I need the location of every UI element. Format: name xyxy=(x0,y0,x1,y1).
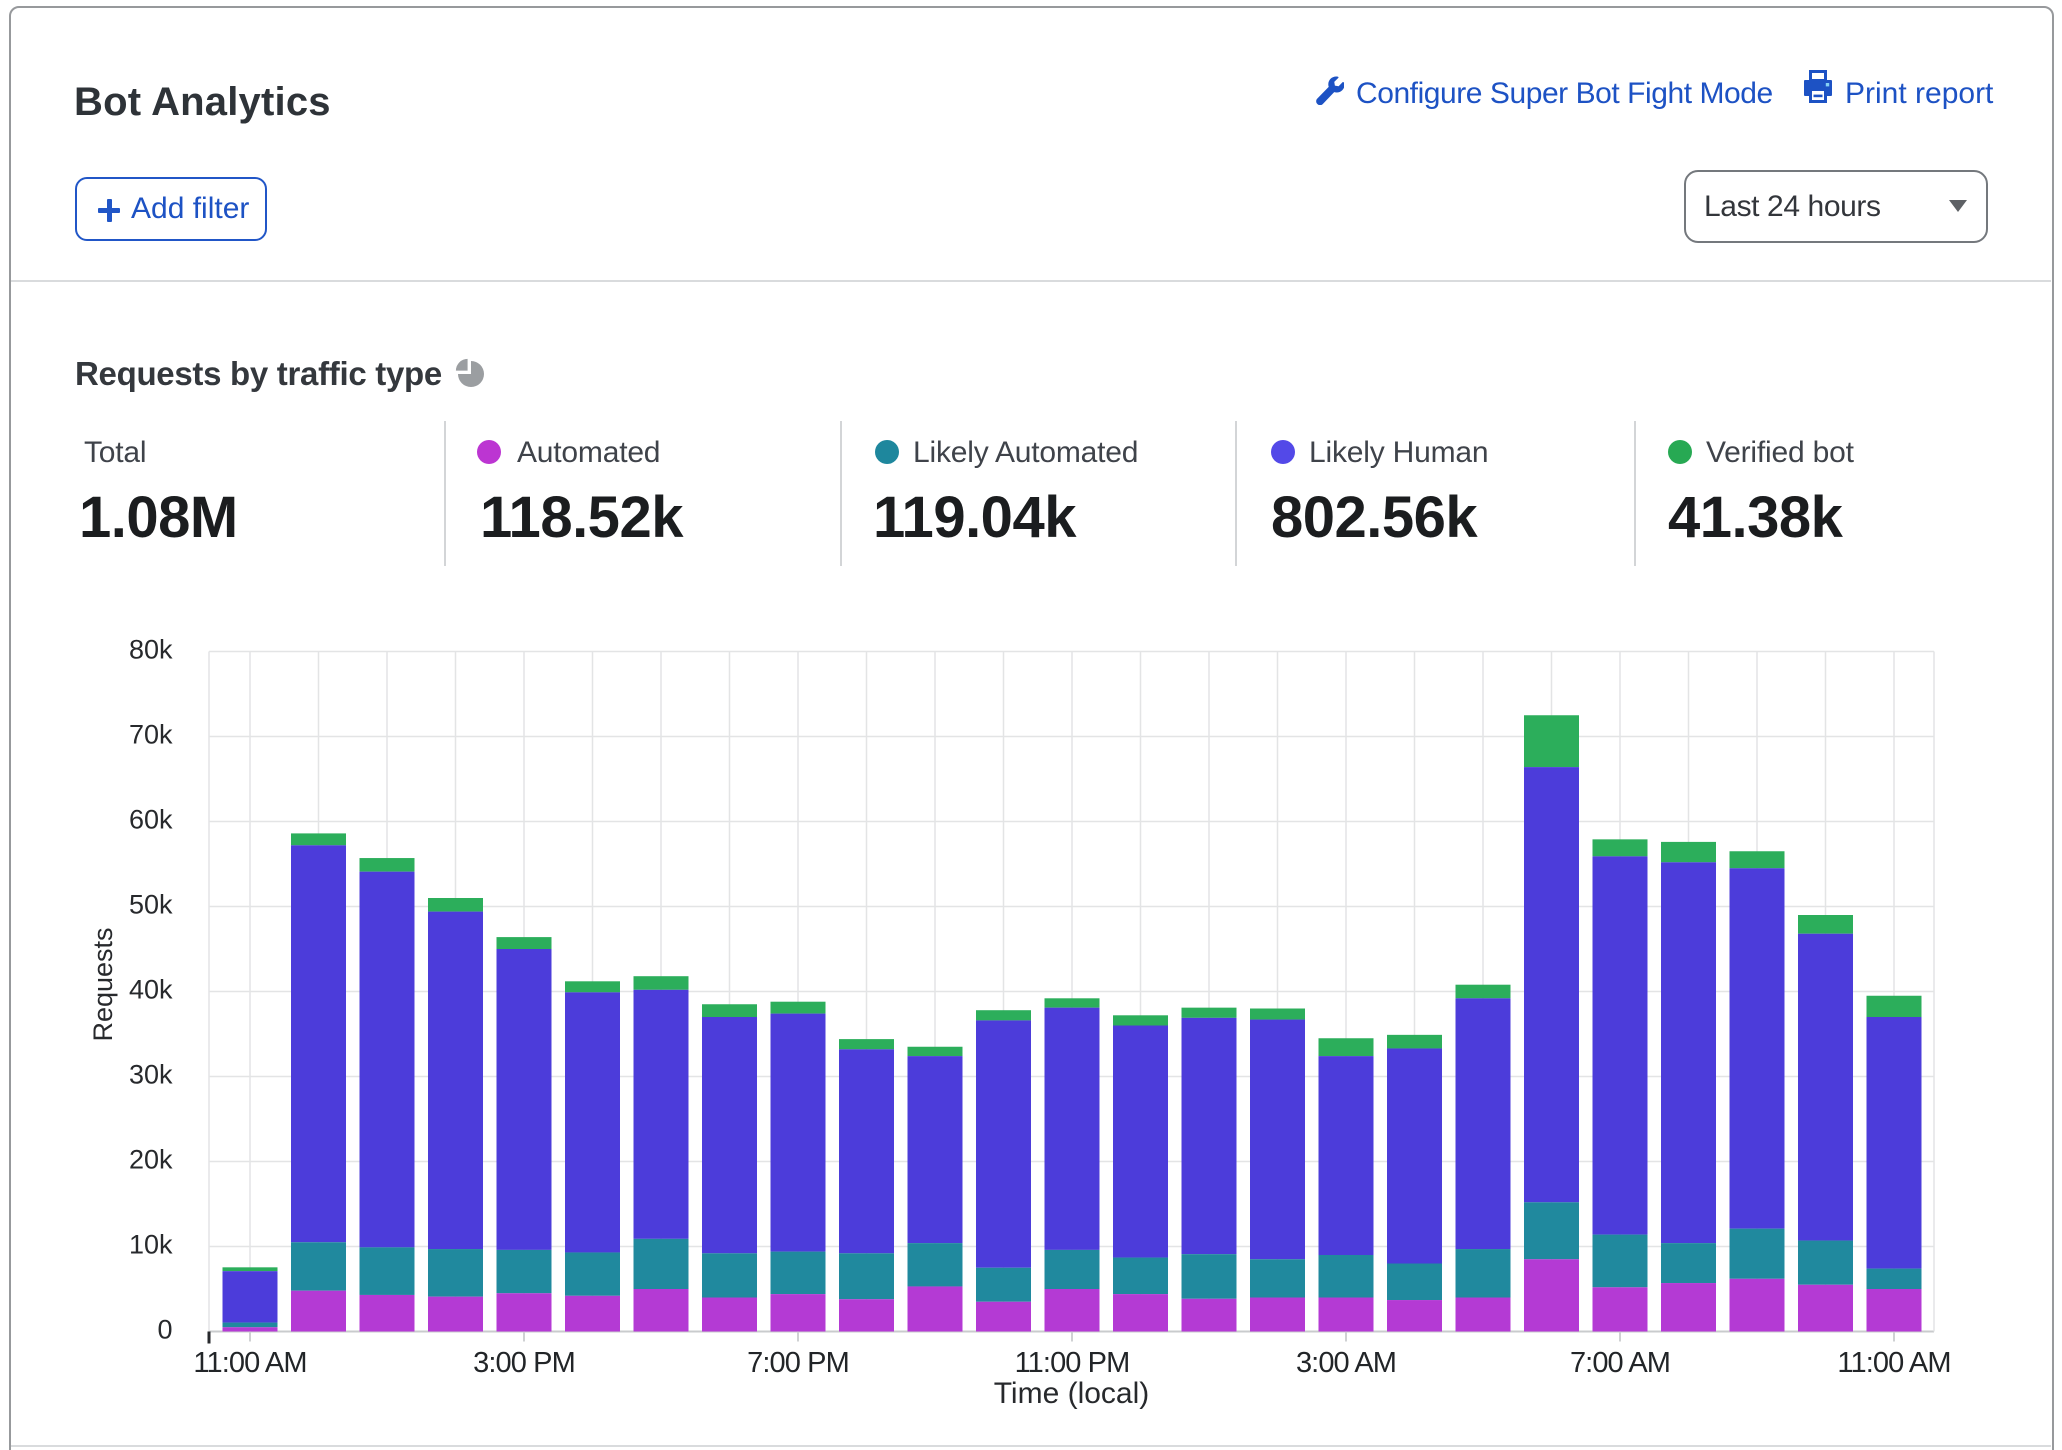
svg-text:20k: 20k xyxy=(129,1145,173,1175)
svg-text:11:00 PM: 11:00 PM xyxy=(1015,1347,1130,1379)
svg-text:11:00 AM: 11:00 AM xyxy=(193,1347,306,1379)
svg-text:0: 0 xyxy=(157,1315,172,1345)
svg-text:50k: 50k xyxy=(129,890,173,920)
svg-text:11:00 AM: 11:00 AM xyxy=(1837,1347,1950,1379)
svg-text:40k: 40k xyxy=(129,975,173,1005)
svg-text:Time (local): Time (local) xyxy=(994,1377,1150,1410)
svg-text:7:00 PM: 7:00 PM xyxy=(747,1347,849,1379)
svg-text:3:00 AM: 3:00 AM xyxy=(1296,1347,1396,1379)
svg-text:80k: 80k xyxy=(129,635,173,665)
svg-text:10k: 10k xyxy=(129,1230,173,1260)
svg-text:60k: 60k xyxy=(129,805,173,835)
svg-text:3:00 PM: 3:00 PM xyxy=(473,1347,575,1379)
svg-text:Requests: Requests xyxy=(88,927,118,1041)
svg-text:7:00 AM: 7:00 AM xyxy=(1570,1347,1670,1379)
svg-text:30k: 30k xyxy=(129,1060,173,1090)
svg-text:70k: 70k xyxy=(129,720,173,750)
